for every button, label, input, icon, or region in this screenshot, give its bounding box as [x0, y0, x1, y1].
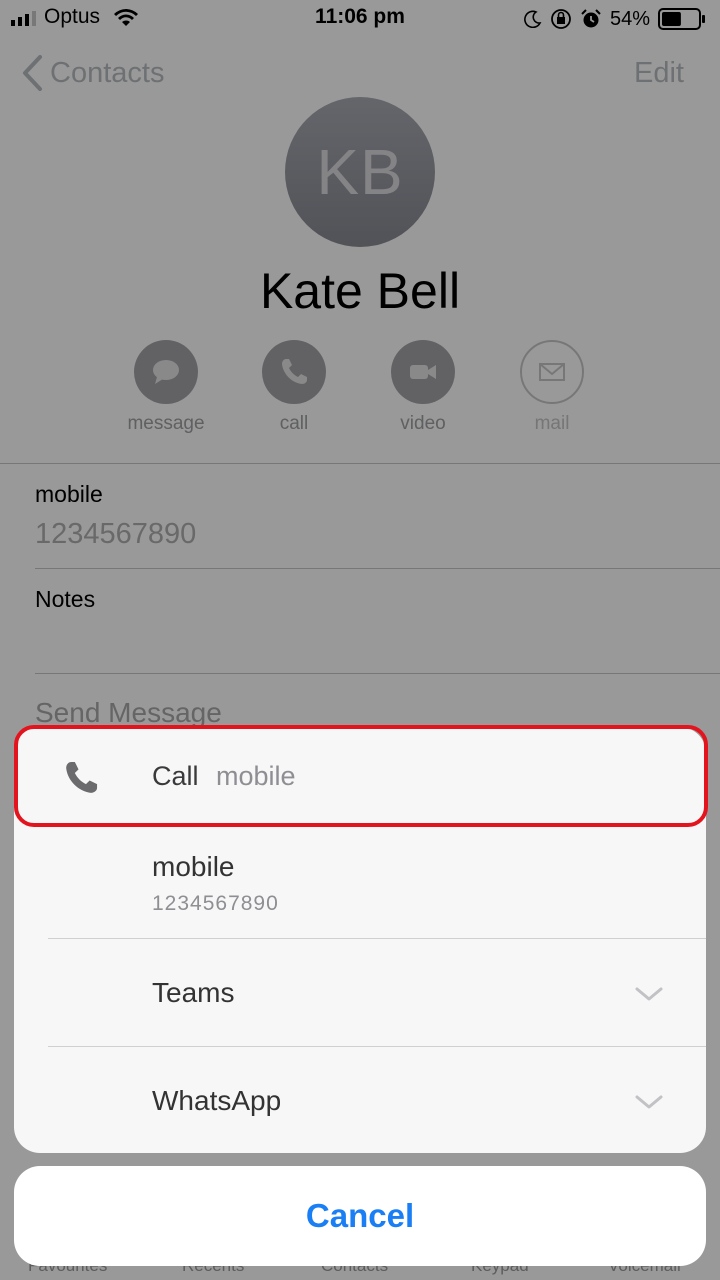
cancel-button[interactable]: Cancel: [14, 1166, 706, 1266]
option-whatsapp-label: WhatsApp: [152, 1085, 282, 1116]
sheet-option-teams[interactable]: Teams: [14, 939, 706, 1046]
sheet-option-mobile-number[interactable]: mobile 1234567890: [14, 827, 706, 937]
chevron-down-icon[interactable]: [634, 985, 664, 1003]
chevron-down-icon[interactable]: [634, 1093, 664, 1111]
option-mobile-label: mobile: [152, 851, 235, 882]
sheet-option-whatsapp[interactable]: WhatsApp: [14, 1047, 706, 1153]
option-teams-label: Teams: [152, 977, 235, 1008]
option-mobile-number: 1234567890: [152, 892, 279, 915]
highlight-box: [14, 725, 708, 827]
